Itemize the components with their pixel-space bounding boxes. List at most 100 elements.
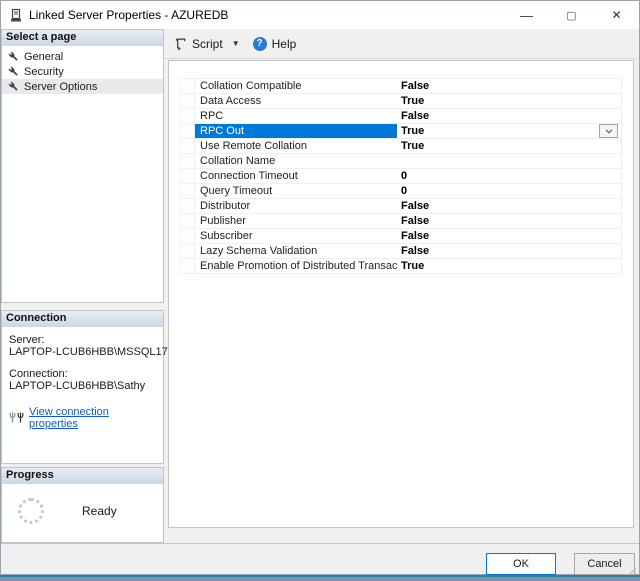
- property-value[interactable]: True: [397, 94, 621, 108]
- connection-properties-icon: [9, 412, 25, 424]
- property-value[interactable]: 0: [397, 169, 621, 183]
- property-value[interactable]: True: [397, 139, 621, 153]
- sidebar-item-label: Security: [24, 65, 64, 78]
- row-gutter: [180, 109, 195, 123]
- sidebar-item-server-options[interactable]: Server Options: [2, 79, 163, 94]
- grid-row[interactable]: Publisher False: [180, 214, 621, 229]
- grid-row[interactable]: Lazy Schema Validation False: [180, 244, 621, 259]
- script-button[interactable]: Script: [174, 37, 223, 51]
- help-icon: ?: [252, 36, 267, 51]
- property-name: Enable Promotion of Distributed Transact…: [200, 260, 397, 272]
- connection-panel: Connection Server: LAPTOP-LCUB6HBB\MSSQL…: [1, 310, 168, 464]
- window-title: Linked Server Properties - AZUREDB: [29, 8, 229, 22]
- property-value[interactable]: False: [397, 199, 621, 213]
- row-gutter: [180, 154, 195, 168]
- property-name: RPC Out: [195, 124, 397, 138]
- row-gutter: [180, 199, 195, 213]
- row-gutter: [180, 214, 195, 228]
- value-dropdown-button[interactable]: [599, 124, 618, 138]
- property-name: Data Access: [200, 95, 262, 107]
- row-gutter: [180, 124, 195, 138]
- property-name: Distributor: [200, 200, 251, 212]
- cancel-button[interactable]: Cancel: [574, 553, 635, 575]
- titlebar: Linked Server Properties - AZUREDB — ▢ ✕: [1, 1, 639, 29]
- sidebar-item-label: General: [24, 50, 64, 63]
- linked-server-properties-dialog: Linked Server Properties - AZUREDB — ▢ ✕…: [0, 0, 640, 577]
- connection-value: LAPTOP-LCUB6HBB\Sathy: [9, 380, 146, 392]
- property-name: Collation Name: [200, 155, 276, 167]
- close-button[interactable]: ✕: [594, 1, 639, 29]
- grid-row[interactable]: Collation Name: [180, 154, 621, 169]
- row-gutter: [180, 244, 195, 258]
- row-gutter: [180, 79, 195, 93]
- select-a-page-panel: Select a page General Security Server Opti…: [1, 29, 164, 303]
- property-value[interactable]: [397, 154, 621, 168]
- sidebar-item-label: Server Options: [24, 80, 98, 93]
- select-a-page-header: Select a page: [2, 30, 163, 46]
- property-name: Publisher: [200, 215, 246, 227]
- grid-row[interactable]: RPC Out True: [180, 124, 621, 139]
- property-value[interactable]: False: [397, 109, 621, 123]
- sidebar-item-security[interactable]: Security: [2, 64, 163, 79]
- property-value[interactable]: False: [397, 214, 621, 228]
- wrench-icon: [8, 51, 19, 62]
- property-name: RPC: [200, 110, 224, 122]
- row-gutter: [180, 229, 195, 243]
- property-name: Collation Compatible: [200, 80, 302, 92]
- progress-status: Ready: [82, 504, 117, 518]
- progress-spinner-icon: [18, 498, 44, 524]
- property-value[interactable]: False: [397, 229, 621, 243]
- maximize-button[interactable]: ▢: [549, 1, 594, 29]
- property-name: Connection Timeout: [200, 170, 298, 182]
- property-grid: Collation Compatible False Data Access True…: [179, 78, 622, 274]
- property-value[interactable]: False: [397, 244, 621, 258]
- server-label: Server:: [9, 334, 45, 346]
- row-gutter: [180, 184, 195, 198]
- grid-row[interactable]: Enable Promotion of Distributed Transac t…: [180, 259, 621, 274]
- property-name: Lazy Schema Validation: [200, 245, 318, 257]
- help-button[interactable]: ? Help: [252, 36, 297, 51]
- grid-row[interactable]: Distributor False: [180, 199, 621, 214]
- toolbar: Script ▼ ? Help: [164, 29, 638, 59]
- taskbar-edge: [0, 575, 640, 581]
- property-value[interactable]: False: [397, 79, 621, 93]
- property-name: Query Timeout: [200, 185, 273, 197]
- connection-label: Connection:: [9, 368, 68, 380]
- chevron-down-icon: [605, 128, 613, 134]
- property-value[interactable]: 0: [397, 184, 621, 198]
- sidebar-item-general[interactable]: General: [2, 49, 163, 64]
- server-window-icon: [9, 8, 23, 23]
- help-button-label: Help: [271, 36, 297, 51]
- script-button-label: Script: [192, 36, 223, 51]
- property-value[interactable]: True: [397, 259, 621, 273]
- taskbar-accent-line: [0, 575, 640, 577]
- wrench-icon: [8, 81, 19, 92]
- progress-header: Progress: [2, 468, 163, 484]
- minimize-button[interactable]: —: [504, 1, 549, 29]
- script-dropdown-arrow[interactable]: ▼: [229, 39, 243, 48]
- grid-row[interactable]: Query Timeout 0: [180, 184, 621, 199]
- page-tree: General Security Server Options: [2, 46, 163, 94]
- grid-row[interactable]: Use Remote Collation True: [180, 139, 621, 154]
- progress-panel: Progress Ready: [1, 467, 164, 543]
- row-gutter: [180, 259, 195, 273]
- grid-row[interactable]: Collation Compatible False: [180, 79, 621, 94]
- footer-separator: [1, 543, 639, 544]
- property-name: Use Remote Collation: [200, 140, 307, 152]
- server-options-page: Collation Compatible False Data Access True…: [168, 60, 634, 528]
- grid-row[interactable]: Data Access True: [180, 94, 621, 109]
- property-name: Subscriber: [200, 230, 253, 242]
- row-gutter: [180, 139, 195, 153]
- ok-button[interactable]: OK: [486, 553, 556, 575]
- script-scroll-icon: [174, 37, 187, 50]
- grid-row[interactable]: Connection Timeout 0: [180, 169, 621, 184]
- grid-row[interactable]: Subscriber False: [180, 229, 621, 244]
- server-value: LAPTOP-LCUB6HBB\MSSQL17: [9, 346, 168, 358]
- property-value[interactable]: True: [397, 124, 621, 138]
- row-gutter: [180, 169, 195, 183]
- grid-row[interactable]: RPC False: [180, 109, 621, 124]
- wrench-icon: [8, 66, 19, 77]
- connection-header: Connection: [2, 311, 163, 327]
- view-connection-properties-link[interactable]: View connection properties: [29, 406, 159, 430]
- row-gutter: [180, 94, 195, 108]
